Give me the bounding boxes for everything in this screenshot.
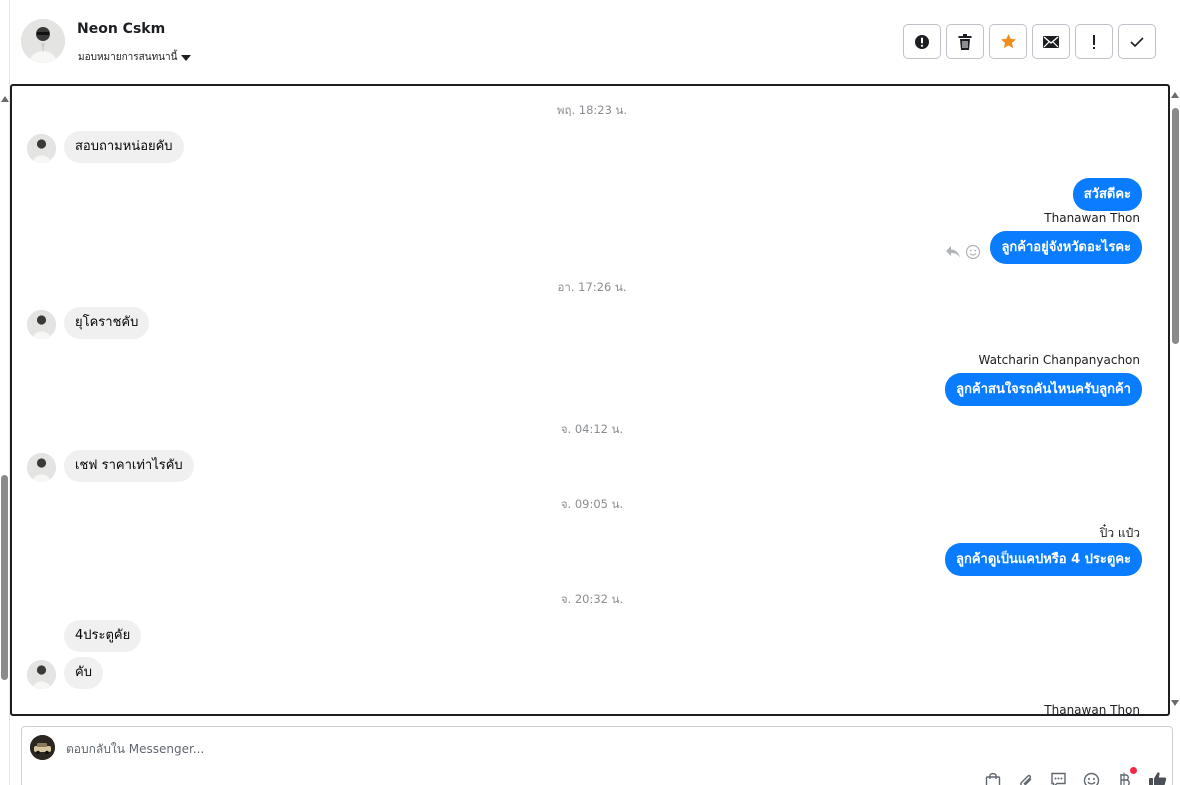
incoming-message[interactable]: ยุโคราชคับ bbox=[64, 307, 150, 339]
outgoing-message[interactable]: ลูกค้าดูเป็นแคปหรือ 4 ประตูคะ bbox=[945, 543, 1142, 576]
timestamp: อา. 17:26 น. bbox=[557, 280, 627, 294]
composer-tools bbox=[982, 767, 1168, 785]
reply-composer bbox=[21, 726, 1173, 785]
agent-name: Watcharin Chanpanyachon bbox=[978, 353, 1140, 367]
agent-name: ปิ๋ว แป๋ว bbox=[1099, 526, 1140, 540]
react-emoji-icon[interactable] bbox=[965, 244, 981, 260]
customer-avatar-small bbox=[27, 453, 56, 482]
baht-payment-icon bbox=[1119, 772, 1130, 785]
trash-icon bbox=[958, 33, 972, 50]
star-button[interactable] bbox=[989, 24, 1027, 59]
alert-circle-icon bbox=[915, 34, 929, 49]
assign-conversation-dropdown[interactable]: มอบหมายการสนทนานี้ bbox=[78, 50, 192, 65]
customer-avatar-small bbox=[27, 660, 56, 689]
attach-button[interactable] bbox=[1015, 771, 1036, 785]
timestamp: จ. 09:05 น. bbox=[560, 497, 624, 511]
agent-name: Thanawan Thon bbox=[1044, 211, 1140, 225]
timestamp: จ. 20:32 น. bbox=[560, 592, 624, 606]
outgoing-message[interactable]: ลูกค้าอยู่จังหวัดอะไรคะ bbox=[990, 231, 1142, 264]
thread-scroll-thumb[interactable] bbox=[1172, 108, 1179, 344]
conversation-header: Neon Cskm มอบหมายการสนทนานี้ bbox=[10, 0, 1180, 84]
caret-down-icon bbox=[181, 54, 192, 61]
reply-icon[interactable] bbox=[945, 245, 961, 259]
mark-spam-button[interactable] bbox=[903, 24, 941, 59]
incoming-message[interactable]: เชฟ ราคาเท่าไรคับ bbox=[64, 450, 194, 482]
saved-reply-button[interactable] bbox=[1048, 771, 1069, 785]
message-thread[interactable]: พฤ. 18:23 น. สอบถามหน่อยคับ สวัสดีคะ Tha… bbox=[10, 84, 1170, 716]
mark-done-button[interactable] bbox=[1118, 24, 1156, 59]
customer-avatar[interactable] bbox=[21, 19, 65, 63]
star-icon bbox=[1000, 34, 1016, 49]
emoji-icon bbox=[1083, 772, 1100, 785]
customer-avatar-small bbox=[27, 310, 56, 339]
customer-name: Neon Cskm bbox=[77, 21, 166, 37]
messenger-inbox-window: Neon Cskm มอบหมายการสนทนานี้ พฤ. 18:23 น… bbox=[0, 0, 1180, 785]
thumbs-up-icon bbox=[1149, 772, 1167, 785]
thread-scrollbar[interactable] bbox=[1170, 84, 1180, 716]
scroll-up-arrow[interactable] bbox=[1171, 92, 1179, 98]
paperclip-icon bbox=[1019, 774, 1031, 785]
payment-request-button[interactable] bbox=[1114, 767, 1137, 785]
message-hover-tools bbox=[945, 244, 981, 260]
emoji-button[interactable] bbox=[1081, 771, 1102, 785]
delete-button[interactable] bbox=[946, 24, 984, 59]
timestamp: จ. 04:12 น. bbox=[560, 422, 624, 436]
follow-up-button[interactable] bbox=[1075, 24, 1113, 59]
page-avatar bbox=[30, 735, 55, 760]
outgoing-message[interactable]: ลูกค้าสนใจรถคันไหนครับลูกค้า bbox=[945, 373, 1142, 406]
like-button[interactable] bbox=[1147, 771, 1168, 785]
left-scrollbar[interactable] bbox=[0, 0, 10, 785]
scroll-down-arrow[interactable] bbox=[1171, 700, 1179, 706]
envelope-icon bbox=[1043, 35, 1059, 48]
reply-input[interactable] bbox=[66, 739, 666, 759]
notification-dot bbox=[1130, 767, 1137, 774]
left-scroll-up-arrow[interactable] bbox=[1, 96, 9, 102]
customer-avatar-small bbox=[27, 134, 56, 163]
incoming-message[interactable]: สอบถามหน่อยคับ bbox=[64, 131, 184, 163]
assign-conversation-label: มอบหมายการสนทนานี้ bbox=[78, 52, 178, 63]
agent-name: Thanawan Thon bbox=[1044, 703, 1140, 716]
saved-reply-icon bbox=[1051, 772, 1066, 785]
check-icon bbox=[1130, 36, 1144, 47]
exclamation-icon bbox=[1093, 34, 1095, 49]
shopping-bag-button[interactable] bbox=[982, 771, 1003, 785]
outgoing-message[interactable]: สวัสดีคะ bbox=[1072, 178, 1142, 211]
incoming-message[interactable]: 4ประตูคัย bbox=[64, 620, 142, 652]
timestamp: พฤ. 18:23 น. bbox=[556, 103, 628, 117]
shopping-bag-icon bbox=[985, 772, 1000, 785]
left-scroll-thumb[interactable] bbox=[1, 475, 8, 680]
mark-unread-button[interactable] bbox=[1032, 24, 1070, 59]
incoming-message[interactable]: คับ bbox=[64, 657, 103, 689]
header-actions bbox=[903, 24, 1156, 59]
